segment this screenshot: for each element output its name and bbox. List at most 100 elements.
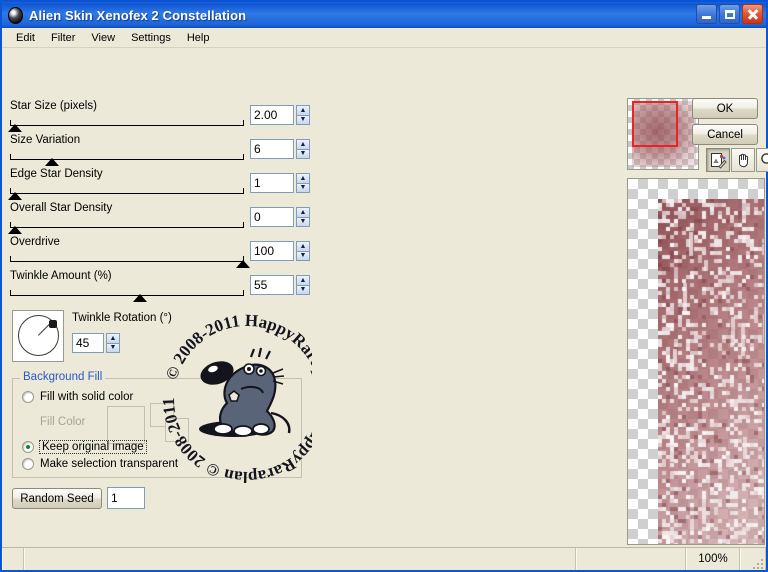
dialog-body: Star Size (pixels) 2.00 ▲ ▼ Size Variati… [2,48,768,547]
zoom-icon[interactable] [756,148,768,172]
navigator-viewport-rect[interactable] [632,101,678,147]
xenofex-dialog-window: Alien Skin Xenofex 2 Constellation Edit … [0,0,768,572]
radio-label: Fill with solid color [40,391,134,403]
maximize-button[interactable] [719,4,740,24]
close-button[interactable] [742,4,763,24]
fill-color-label: Fill Color [40,416,86,428]
radio-indicator[interactable] [22,391,34,403]
slider-value-input[interactable]: 0 [250,207,294,227]
spinner-down-icon[interactable]: ▼ [296,216,310,227]
slider-star-size: Star Size (pixels) 2.00 ▲ ▼ [2,100,312,134]
slider-value-input[interactable]: 1 [250,173,294,193]
hand-icon[interactable] [731,148,755,172]
spinner-up-icon[interactable]: ▲ [296,241,310,251]
slider-thumb[interactable] [8,192,22,200]
navigator-thumbnail[interactable] [627,98,699,170]
menu-item-edit[interactable]: Edit [8,30,43,46]
radio-label: Keep original image [39,440,147,454]
radio-indicator[interactable] [22,441,34,453]
slider-label: Twinkle Amount (%) [10,270,112,282]
spinner-down-icon[interactable]: ▼ [296,284,310,295]
window-controls [696,4,763,24]
resize-grip-icon [749,555,763,569]
resize-grip[interactable] [740,548,766,570]
navigator-icon[interactable] [706,148,730,172]
slider-track[interactable] [10,289,244,296]
twinkle-rotation-input[interactable]: 45 [72,333,104,353]
twinkle-rotation-spinner[interactable]: ▲ ▼ [106,333,120,353]
slider-overdrive: Overdrive 100 ▲ ▼ [2,236,312,270]
menu-bar: Edit Filter View Settings Help [2,28,766,48]
spinner-down-icon[interactable]: ▼ [296,250,310,261]
random-seed-input[interactable]: 1 [107,487,145,509]
slider-value-input[interactable]: 2.00 [250,105,294,125]
slider-label: Size Variation [10,134,81,146]
twinkle-rotation-label: Twinkle Rotation (°) [72,312,172,324]
fill-color-swatch-primary[interactable] [107,406,145,444]
slider-value-input[interactable]: 100 [250,241,294,261]
radio-make-selection-transparent[interactable]: Make selection transparent [22,458,178,470]
spinner-up-icon[interactable]: ▲ [296,275,310,285]
spinner-up-icon[interactable]: ▲ [296,105,310,115]
dial-handle[interactable] [49,320,57,328]
slider-value-input[interactable]: 55 [250,275,294,295]
spinner-down-icon[interactable]: ▼ [296,148,310,159]
preview-panel: OK Cancel [312,48,768,547]
slider-spinner[interactable]: ▲ ▼ [296,173,310,193]
radio-keep-original-image[interactable]: Keep original image [22,440,147,454]
status-cell-info [576,548,686,570]
menu-item-help[interactable]: Help [179,30,218,46]
slider-track[interactable] [10,119,244,126]
radio-indicator[interactable] [22,458,34,470]
spinner-up-icon[interactable]: ▲ [296,173,310,183]
alien-eye-icon [6,6,24,24]
slider-spinner[interactable]: ▲ ▼ [296,241,310,261]
slider-label: Edge Star Density [10,168,103,180]
status-bar: 100% [2,547,766,570]
slider-spinner[interactable]: ▲ ▼ [296,105,310,125]
slider-value-input[interactable]: 6 [250,139,294,159]
status-cell-message [24,548,576,570]
spinner-up-icon[interactable]: ▲ [296,139,310,149]
slider-track[interactable] [10,255,244,262]
slider-twinkle-amount: Twinkle Amount (%) 55 ▲ ▼ [2,270,312,304]
radio-fill-with-solid-color[interactable]: Fill with solid color [22,391,133,403]
slider-track[interactable] [10,221,244,228]
cancel-button[interactable]: Cancel [692,124,758,145]
menu-item-filter[interactable]: Filter [43,30,83,46]
slider-spinner[interactable]: ▲ ▼ [296,275,310,295]
star-fade-gradient [658,199,764,544]
status-zoom-level: 100% [686,548,740,570]
spinner-up-icon[interactable]: ▲ [296,207,310,217]
spinner-down-icon[interactable]: ▼ [296,182,310,193]
controls-panel: Star Size (pixels) 2.00 ▲ ▼ Size Variati… [2,48,335,547]
slider-label: Star Size (pixels) [10,100,97,112]
slider-overall-star-density: Overall Star Density 0 ▲ ▼ [2,202,312,236]
slider-thumb[interactable] [236,260,250,268]
slider-thumb[interactable] [133,294,147,302]
minimize-button[interactable] [696,4,717,24]
slider-thumb[interactable] [8,124,22,132]
slider-thumb[interactable] [8,226,22,234]
random-seed-button[interactable]: Random Seed [12,488,102,509]
slider-thumb[interactable] [45,158,59,166]
background-fill-title: Background Fill [20,371,106,383]
preview-toolbar [706,148,768,172]
spinner-down-icon[interactable]: ▼ [106,342,120,353]
fill-color-swatch-tertiary[interactable] [165,418,189,442]
slider-label: Overdrive [10,236,60,248]
radio-label: Make selection transparent [40,458,179,470]
status-cell-icon [2,548,24,570]
spinner-up-icon[interactable]: ▲ [106,333,120,343]
twinkle-rotation-dial[interactable] [12,310,64,362]
slider-spinner[interactable]: ▲ ▼ [296,207,310,227]
spinner-down-icon[interactable]: ▼ [296,114,310,125]
ok-button[interactable]: OK [692,98,758,119]
title-bar: Alien Skin Xenofex 2 Constellation [2,2,766,28]
slider-label: Overall Star Density [10,202,113,214]
menu-item-settings[interactable]: Settings [123,30,179,46]
preview-canvas[interactable] [627,178,765,545]
slider-track[interactable] [10,187,244,194]
slider-spinner[interactable]: ▲ ▼ [296,139,310,159]
menu-item-view[interactable]: View [83,30,123,46]
